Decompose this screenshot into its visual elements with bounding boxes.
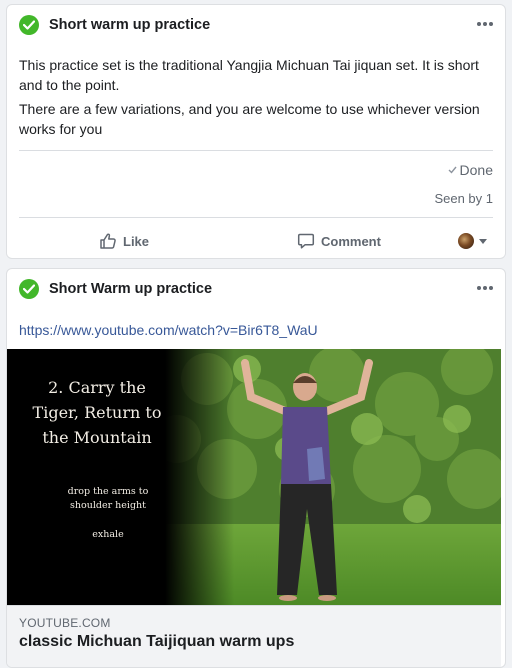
done-button[interactable]: Done <box>448 162 493 178</box>
thumbs-up-icon <box>100 233 116 249</box>
video-overlay-title: 2. Carry the Tiger, Return to the Mounta… <box>32 378 162 447</box>
avatar <box>458 233 474 249</box>
comment-icon <box>297 233 315 249</box>
seen-by-count[interactable]: Seen by 1 <box>434 191 493 206</box>
chevron-down-icon <box>479 238 487 244</box>
like-button[interactable]: Like <box>99 232 149 250</box>
post-paragraph: There are a few variations, and you are … <box>19 101 480 137</box>
more-icon <box>477 286 481 290</box>
check-circle-icon <box>19 15 39 35</box>
video-link[interactable]: https://www.youtube.com/watch?v=Bir6T8_W… <box>19 322 318 338</box>
divider <box>19 150 493 151</box>
video-overlay-subtitle: drop the arms to shoulder height <box>67 486 149 511</box>
video-thumbnail[interactable]: 2. Carry the Tiger, Return to the Mounta… <box>7 349 501 605</box>
more-options-button[interactable] <box>473 277 497 299</box>
more-icon <box>477 22 481 26</box>
like-label: Like <box>123 233 150 249</box>
checkmark-icon <box>448 166 457 174</box>
comment-label: Comment <box>321 233 381 249</box>
done-label: Done <box>459 162 493 178</box>
post-card-1: Short warm up practice This practice set… <box>6 4 506 259</box>
post-paragraph: This practice set is the traditional Yan… <box>19 57 479 93</box>
post-header: Short warm up practice <box>19 13 210 37</box>
post-card-2: Short Warm up practice https://www.youtu… <box>6 268 506 668</box>
post-title: Short warm up practice <box>49 17 211 33</box>
action-bar: Like Comment <box>7 224 505 258</box>
divider <box>19 217 493 218</box>
more-options-button[interactable] <box>473 13 497 35</box>
post-body: This practice set is the traditional Yan… <box>19 55 489 143</box>
link-title[interactable]: classic Michuan Taijiquan warm ups <box>19 633 294 651</box>
link-domain: YOUTUBE.COM <box>19 616 111 630</box>
link-preview-meta[interactable]: YOUTUBE.COM classic Michuan Taijiquan wa… <box>7 605 501 667</box>
reaction-selector[interactable] <box>458 233 487 249</box>
video-overlay-breath: exhale <box>92 529 124 540</box>
post-header: Short Warm up practice <box>19 277 212 301</box>
check-circle-icon <box>19 279 39 299</box>
comment-button[interactable]: Comment <box>297 232 381 250</box>
post-title: Short Warm up practice <box>49 281 213 297</box>
